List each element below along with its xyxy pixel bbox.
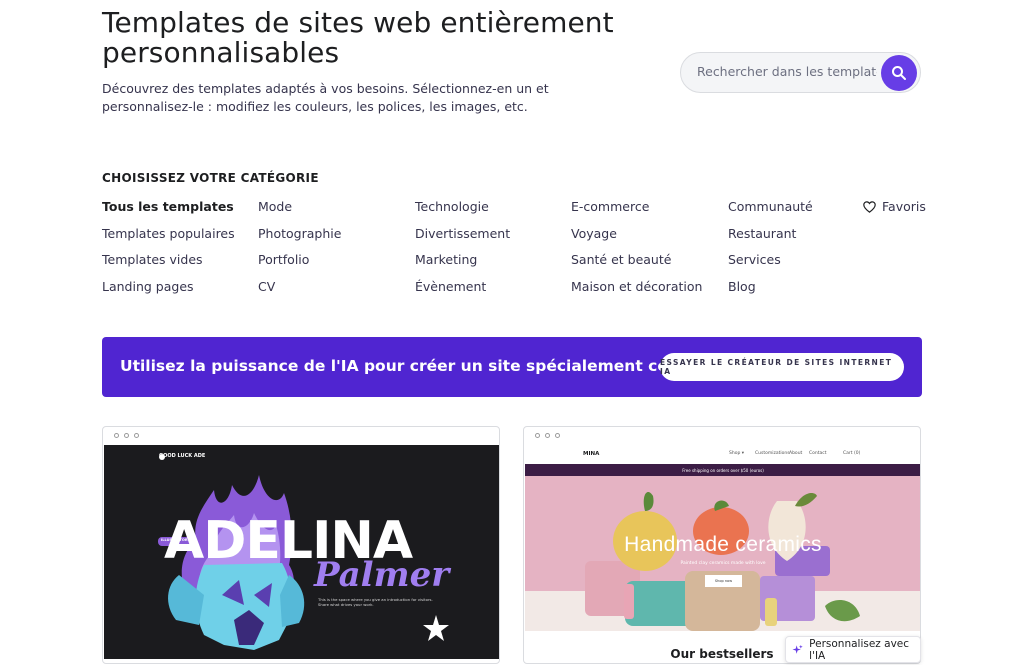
template-card-mina[interactable]: MINA Shop ▾ Customizations About Contact…: [523, 426, 921, 664]
template-headline: Handmade ceramics: [624, 533, 822, 556]
template-logo: GOOD LUCK ADE: [159, 453, 206, 459]
category-section-title: CHOISISSEZ VOTRE CATÉGORIE: [102, 171, 319, 185]
category-ecommerce[interactable]: E-commerce: [571, 199, 702, 226]
favorites-link[interactable]: Favoris: [863, 199, 926, 214]
template-subheadline: Palmer: [314, 555, 450, 595]
search-input[interactable]: [697, 64, 877, 79]
category-services[interactable]: Services: [728, 252, 813, 279]
category-travel[interactable]: Voyage: [571, 226, 702, 253]
category-landing-pages[interactable]: Landing pages: [102, 279, 235, 306]
template-nav-link: About: [789, 451, 803, 456]
template-nav-link: Contact: [809, 451, 827, 456]
template-subheadline: Painted clay ceramics made with love: [680, 561, 766, 566]
category-column-4: E-commerce Voyage Santé et beauté Maison…: [571, 199, 702, 305]
category-column-1: Tous les templates Templates populaires …: [102, 199, 235, 305]
category-column-5: Communauté Restaurant Services Blog: [728, 199, 813, 305]
browser-bar: [103, 427, 499, 445]
template-card-adelina[interactable]: GOOD LUCK ADE ADELINA Palmer ILLUSTRATOR…: [102, 426, 500, 664]
category-restaurant[interactable]: Restaurant: [728, 226, 813, 253]
template-nav-link: Shop ▾: [729, 451, 745, 456]
category-fashion[interactable]: Mode: [258, 199, 341, 226]
category-health-beauty[interactable]: Santé et beauté: [571, 252, 702, 279]
template-preview-mina: Handmade ceramics Painted clay ceramics …: [525, 476, 920, 631]
personalize-ai-button[interactable]: Personnalisez avec l'IA: [785, 636, 921, 663]
heart-icon: [863, 200, 876, 213]
category-column-3: Technologie Divertissement Marketing Évè…: [415, 199, 510, 305]
category-blank-templates[interactable]: Templates vides: [102, 252, 235, 279]
category-entertainment[interactable]: Divertissement: [415, 226, 510, 253]
search-button[interactable]: [881, 55, 917, 91]
browser-bar: [524, 427, 920, 445]
category-portfolio[interactable]: Portfolio: [258, 252, 341, 279]
personalize-ai-label: Personnalisez avec l'IA: [809, 637, 910, 662]
category-home-decor[interactable]: Maison et décoration: [571, 279, 702, 306]
template-nav-link: Customizations: [755, 451, 790, 456]
ai-builder-banner: Utilisez la puissance de l'IA pour créer…: [102, 337, 922, 397]
template-brand: MINA: [583, 451, 600, 457]
window-dot: [124, 433, 129, 438]
page-title: Templates de sites web entièrement perso…: [102, 6, 614, 69]
window-dot: [535, 433, 540, 438]
template-nav: MINA Shop ▾ Customizations About Contact…: [525, 445, 920, 464]
try-ai-builder-button[interactable]: ESSAYER LE CRÉATEUR DE SITES INTERNET IA: [660, 353, 904, 381]
sparkle-icon: [792, 644, 803, 654]
template-shop-button: Shop now: [705, 575, 742, 587]
template-badge: ILLUSTRATOR: [161, 538, 188, 542]
category-event[interactable]: Évènement: [415, 279, 510, 306]
category-column-2: Mode Photographie Portfolio CV: [258, 199, 341, 305]
category-blog[interactable]: Blog: [728, 279, 813, 306]
page-description: Découvrez des templates adaptés à vos be…: [102, 81, 549, 114]
favorites-label: Favoris: [882, 199, 926, 214]
category-popular-templates[interactable]: Templates populaires: [102, 226, 235, 253]
category-all-templates[interactable]: Tous les templates: [102, 199, 235, 226]
category-technology[interactable]: Technologie: [415, 199, 510, 226]
category-cv[interactable]: CV: [258, 279, 341, 306]
window-dot: [134, 433, 139, 438]
search-icon: [892, 66, 906, 80]
template-body: This is the space where you give an intr…: [318, 597, 433, 607]
template-preview-adelina: GOOD LUCK ADE ADELINA Palmer ILLUSTRATOR…: [104, 445, 499, 659]
window-dot: [555, 433, 560, 438]
template-promo-strip: Free shipping on orders over $50 (euros): [525, 464, 920, 476]
template-nav-link: Cart (0): [843, 451, 861, 456]
category-photography[interactable]: Photographie: [258, 226, 341, 253]
window-dot: [545, 433, 550, 438]
category-marketing[interactable]: Marketing: [415, 252, 510, 279]
category-community[interactable]: Communauté: [728, 199, 813, 226]
window-dot: [114, 433, 119, 438]
template-search: [680, 52, 921, 93]
